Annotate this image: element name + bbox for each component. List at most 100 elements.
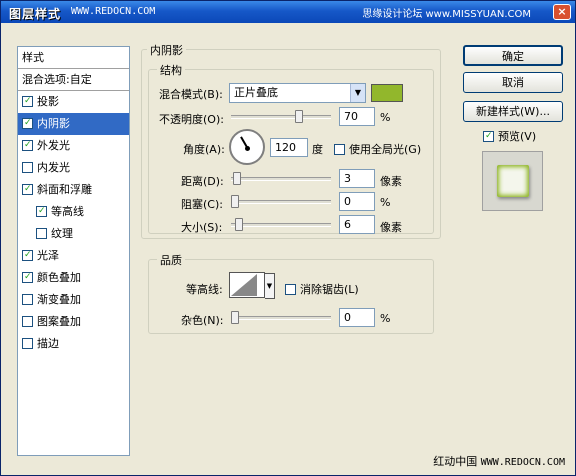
- size-slider[interactable]: [231, 218, 331, 231]
- style-checkbox[interactable]: [22, 162, 33, 173]
- style-list-item-label: 光泽: [37, 249, 59, 262]
- cancel-button[interactable]: 取消: [463, 72, 563, 93]
- style-checkbox[interactable]: [36, 228, 47, 239]
- footer-site: 红动中国: [433, 455, 478, 468]
- style-list-item[interactable]: 内发光: [18, 157, 129, 179]
- style-list-item-label: 渐变叠加: [37, 293, 81, 306]
- style-list-item-label: 纹理: [51, 227, 73, 240]
- noise-label: 杂色(N):: [181, 314, 224, 327]
- choke-unit: %: [380, 196, 391, 209]
- preview-label: 预览(V): [498, 130, 537, 143]
- style-list-item-label: 内阴影: [37, 117, 70, 130]
- antialias-option[interactable]: 消除锯齿(L): [285, 281, 359, 297]
- size-slider-thumb[interactable]: [235, 218, 243, 231]
- global-light-checkbox[interactable]: [334, 144, 345, 155]
- antialias-checkbox[interactable]: [285, 284, 296, 295]
- contour-picker[interactable]: ▼: [229, 272, 275, 299]
- style-list-item[interactable]: 斜面和浮雕: [18, 179, 129, 201]
- close-icon: ×: [557, 5, 567, 18]
- style-list-item[interactable]: 外发光: [18, 135, 129, 157]
- style-list-header[interactable]: 样式: [18, 47, 129, 69]
- distance-slider[interactable]: [231, 172, 331, 185]
- style-list-item-label: 投影: [37, 95, 59, 108]
- style-checkbox[interactable]: [22, 316, 33, 327]
- style-checkbox[interactable]: [22, 96, 33, 107]
- close-button[interactable]: ×: [553, 4, 571, 20]
- ok-button[interactable]: 确定: [463, 45, 563, 66]
- angle-input[interactable]: 120: [270, 138, 308, 157]
- title-watermark-url: WWW.REDOCN.COM: [71, 6, 156, 17]
- style-checkbox[interactable]: [22, 338, 33, 349]
- style-list-item-label: 外发光: [37, 139, 70, 152]
- style-checkbox[interactable]: [22, 272, 33, 283]
- preview-thumbnail: [497, 165, 529, 197]
- style-list-item[interactable]: 投影: [18, 91, 129, 113]
- distance-unit: 像素: [380, 175, 402, 188]
- new-style-button[interactable]: 新建样式(W)...: [463, 101, 563, 122]
- style-list: 样式 混合选项:自定 投影内阴影外发光内发光斜面和浮雕等高线纹理光泽颜色叠加渐变…: [17, 46, 130, 456]
- contour-label: 等高线:: [186, 283, 223, 296]
- opacity-label: 不透明度(O):: [159, 113, 224, 126]
- preview-option[interactable]: 预览(V): [483, 128, 536, 144]
- style-list-item[interactable]: 颜色叠加: [18, 267, 129, 289]
- style-list-item-label: 斜面和浮雕: [37, 183, 92, 196]
- opacity-unit: %: [380, 111, 391, 124]
- style-checkbox[interactable]: [36, 206, 47, 217]
- noise-slider[interactable]: [231, 311, 331, 324]
- style-list-item-label: 等高线: [51, 205, 84, 218]
- blend-mode-value: 正片叠底: [234, 86, 278, 99]
- angle-dial[interactable]: [229, 129, 265, 165]
- shadow-color-swatch[interactable]: [371, 84, 403, 102]
- style-checkbox[interactable]: [22, 294, 33, 305]
- opacity-slider-thumb[interactable]: [295, 110, 303, 123]
- angle-label: 角度(A):: [183, 143, 225, 156]
- layer-style-dialog: 图层样式 WWW.REDOCN.COM 思缘设计论坛 www.MISSYUAN.…: [0, 0, 576, 476]
- style-list-item[interactable]: 描边: [18, 333, 129, 355]
- inner-shadow-title: 内阴影: [147, 42, 186, 58]
- style-list-item[interactable]: 光泽: [18, 245, 129, 267]
- choke-label: 阻塞(C):: [181, 198, 223, 211]
- noise-slider-thumb[interactable]: [231, 311, 239, 324]
- choke-slider[interactable]: [231, 195, 331, 208]
- style-checkbox[interactable]: [22, 184, 33, 195]
- chevron-down-icon[interactable]: ▼: [265, 273, 275, 299]
- style-list-item[interactable]: 纹理: [18, 223, 129, 245]
- style-list-item-label: 描边: [37, 337, 59, 350]
- style-list-item[interactable]: 渐变叠加: [18, 289, 129, 311]
- style-checkbox[interactable]: [22, 250, 33, 261]
- distance-label: 距离(D):: [181, 175, 224, 188]
- global-light-label: 使用全局光(G): [349, 143, 422, 156]
- style-list-item[interactable]: 内阴影: [18, 113, 129, 135]
- footer-url: WWW.REDOCN.COM: [480, 457, 565, 468]
- dialog-title: 图层样式: [9, 7, 62, 21]
- blend-mode-select[interactable]: 正片叠底 ▼: [229, 83, 366, 103]
- global-light-option[interactable]: 使用全局光(G): [334, 141, 421, 157]
- size-label: 大小(S):: [181, 221, 223, 234]
- antialias-label: 消除锯齿(L): [300, 283, 359, 296]
- blending-options-item[interactable]: 混合选项:自定: [18, 69, 129, 91]
- title-watermark-right: 思缘设计论坛 www.MISSYUAN.COM: [362, 9, 531, 20]
- chevron-down-icon: ▼: [350, 84, 365, 102]
- distance-slider-thumb[interactable]: [233, 172, 241, 185]
- angle-unit: 度: [312, 143, 323, 156]
- style-list-item-label: 图案叠加: [37, 315, 81, 328]
- choke-slider-thumb[interactable]: [231, 195, 239, 208]
- style-list-item[interactable]: 等高线: [18, 201, 129, 223]
- noise-unit: %: [380, 312, 391, 325]
- footer-watermark: 红动中国 WWW.REDOCN.COM: [433, 453, 565, 469]
- opacity-input[interactable]: 70: [339, 107, 375, 126]
- contour-curve-icon: [231, 274, 257, 296]
- style-checkbox[interactable]: [22, 140, 33, 151]
- preview-checkbox[interactable]: [483, 131, 494, 142]
- style-list-item-label: 内发光: [37, 161, 70, 174]
- style-checkbox[interactable]: [22, 118, 33, 129]
- title-bar[interactable]: 图层样式 WWW.REDOCN.COM 思缘设计论坛 www.MISSYUAN.…: [1, 1, 575, 23]
- choke-input[interactable]: 0: [339, 192, 375, 211]
- noise-input[interactable]: 0: [339, 308, 375, 327]
- size-input[interactable]: 6: [339, 215, 375, 234]
- style-list-item-label: 颜色叠加: [37, 271, 81, 284]
- style-list-item[interactable]: 图案叠加: [18, 311, 129, 333]
- opacity-slider[interactable]: [231, 110, 331, 123]
- blend-mode-label: 混合模式(B):: [159, 88, 223, 101]
- distance-input[interactable]: 3: [339, 169, 375, 188]
